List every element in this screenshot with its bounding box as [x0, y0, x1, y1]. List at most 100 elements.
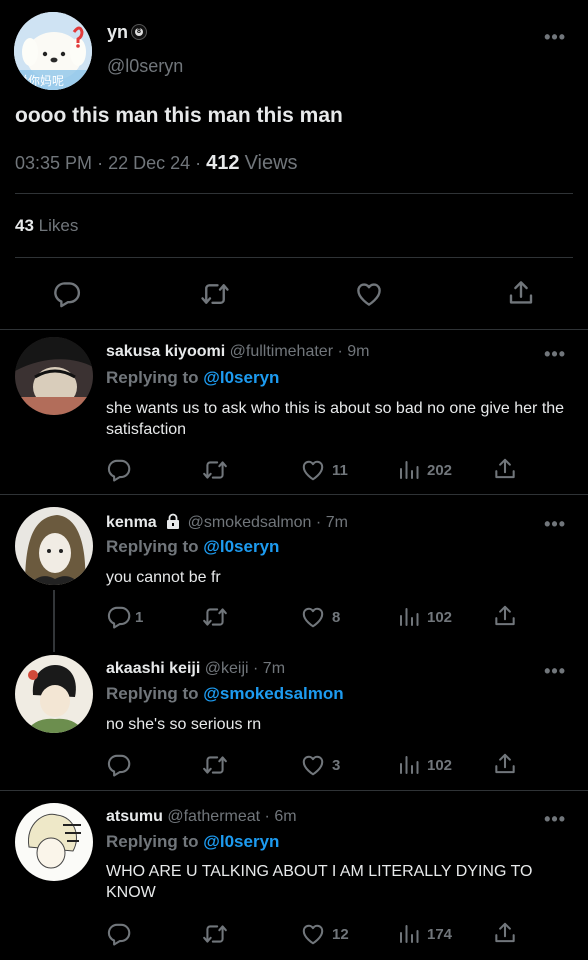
- author-name[interactable]: kenma: [106, 514, 157, 531]
- replying-to: Replying to @l0seryn: [106, 368, 279, 388]
- tweet-meta: 03:35 PM · 22 Dec 24 · 412 Views: [15, 152, 298, 175]
- share-button[interactable]: [506, 278, 536, 308]
- reply-button[interactable]: [106, 752, 132, 778]
- avatar[interactable]: [15, 803, 93, 881]
- avatar-caption: 说你妈呢: [16, 74, 65, 88]
- reply-time[interactable]: 9m: [347, 343, 369, 360]
- views-count: 202: [427, 461, 453, 479]
- like-button[interactable]: [354, 279, 384, 309]
- author-handle[interactable]: @smokedsalmon: [188, 514, 312, 531]
- avatar[interactable]: [15, 507, 93, 585]
- replying-to-link[interactable]: @smokedsalmon: [203, 684, 343, 703]
- views-icon: [397, 922, 421, 946]
- author-name[interactable]: sakusa kiyoomi: [106, 343, 225, 360]
- like-button[interactable]: 3: [300, 752, 340, 778]
- reply-button[interactable]: [52, 279, 82, 309]
- author-handle[interactable]: @l0seryn: [107, 56, 183, 77]
- views-label: Views: [244, 152, 298, 174]
- author-handle[interactable]: @fathermeat: [167, 808, 260, 825]
- replying-prefix: Replying to: [106, 832, 199, 851]
- like-button[interactable]: 12: [300, 921, 349, 947]
- divider: [15, 257, 573, 258]
- share-button[interactable]: [492, 751, 518, 777]
- more-icon[interactable]: •••: [544, 515, 566, 533]
- divider: [15, 193, 573, 194]
- views-button[interactable]: 174: [397, 922, 452, 946]
- replying-to: Replying to @smokedsalmon: [106, 684, 344, 704]
- views-count: 102: [427, 756, 453, 774]
- share-button[interactable]: [492, 920, 518, 946]
- avatar-image: [15, 803, 93, 881]
- retweet-icon: [202, 921, 228, 947]
- views-icon: [397, 605, 421, 629]
- views-count: 102: [427, 608, 453, 626]
- reply-button[interactable]: [106, 457, 132, 483]
- retweet-button[interactable]: [202, 604, 228, 630]
- author-name[interactable]: akaashi keiji: [106, 660, 200, 677]
- like-count: 3: [332, 756, 341, 774]
- retweet-button[interactable]: [202, 752, 228, 778]
- like-icon: [300, 457, 326, 483]
- share-button[interactable]: [492, 456, 518, 482]
- author-handle[interactable]: @keiji: [205, 660, 249, 677]
- author-name[interactable]: atsumu: [106, 808, 163, 825]
- tweet-date[interactable]: 22 Dec 24: [108, 153, 190, 173]
- tweet-text: oooo this man this man this man: [15, 104, 343, 127]
- divider: [0, 329, 588, 330]
- reply-time[interactable]: 7m: [326, 514, 348, 531]
- tweet-time[interactable]: 03:35 PM: [15, 153, 92, 173]
- meta-dot: ·: [337, 343, 343, 360]
- share-button[interactable]: [492, 603, 518, 629]
- avatar-image: [15, 507, 93, 585]
- avatar[interactable]: [15, 337, 93, 415]
- replying-to-link[interactable]: @l0seryn: [203, 368, 279, 387]
- replying-to-link[interactable]: @l0seryn: [203, 537, 279, 556]
- avatar-image: [15, 655, 93, 733]
- like-button[interactable]: 11: [300, 457, 348, 483]
- replying-to: Replying to @l0seryn: [106, 537, 279, 557]
- reply-icon: [52, 279, 82, 309]
- more-icon[interactable]: •••: [544, 810, 566, 828]
- likes-stat[interactable]: 43 Likes: [15, 216, 78, 236]
- likes-label: Likes: [38, 216, 79, 235]
- reply-button[interactable]: 1: [106, 604, 143, 630]
- avatar[interactable]: 说你妈呢: [14, 12, 92, 90]
- like-icon: [300, 752, 326, 778]
- replying-prefix: Replying to: [106, 684, 199, 703]
- more-icon[interactable]: •••: [544, 28, 566, 46]
- like-icon: [300, 921, 326, 947]
- like-button[interactable]: 8: [300, 604, 340, 630]
- replying-prefix: Replying to: [106, 368, 199, 387]
- replying-to-link[interactable]: @l0seryn: [203, 832, 279, 851]
- share-icon: [492, 751, 518, 777]
- retweet-button[interactable]: [202, 921, 228, 947]
- divider: [0, 494, 588, 495]
- more-icon[interactable]: •••: [544, 662, 566, 680]
- reply-time[interactable]: 6m: [274, 808, 296, 825]
- reply-text: you cannot be fr: [106, 569, 221, 586]
- reply-button[interactable]: [106, 921, 132, 947]
- retweet-icon: [202, 752, 228, 778]
- more-icon[interactable]: •••: [544, 345, 566, 363]
- views-button[interactable]: 102: [397, 753, 452, 777]
- reply-header: atsumu @fathermeat · 6m: [106, 808, 297, 826]
- avatar[interactable]: [15, 655, 93, 733]
- reply-icon: [106, 921, 132, 947]
- retweet-button[interactable]: [202, 457, 228, 483]
- reply-text: WHO ARE U TALKING ABOUT I AM LITERALLY D…: [106, 863, 533, 901]
- thread-line: [53, 590, 55, 652]
- avatar-image: [15, 337, 93, 415]
- author-name[interactable]: yn: [107, 22, 128, 43]
- views-button[interactable]: 102: [397, 605, 452, 629]
- reply-time[interactable]: 7m: [263, 660, 285, 677]
- replying-to: Replying to @l0seryn: [106, 832, 279, 852]
- meta-dot: ·: [253, 660, 259, 677]
- retweet-button[interactable]: [200, 279, 230, 309]
- lock-icon: [165, 513, 181, 534]
- meta-dot: ·: [315, 514, 322, 531]
- views-button[interactable]: 202: [397, 458, 452, 482]
- like-icon: [300, 604, 326, 630]
- author-handle[interactable]: @fulltimehater: [230, 343, 333, 360]
- reply-text: no she's so serious rn: [106, 716, 262, 733]
- like-count: 12: [332, 925, 349, 943]
